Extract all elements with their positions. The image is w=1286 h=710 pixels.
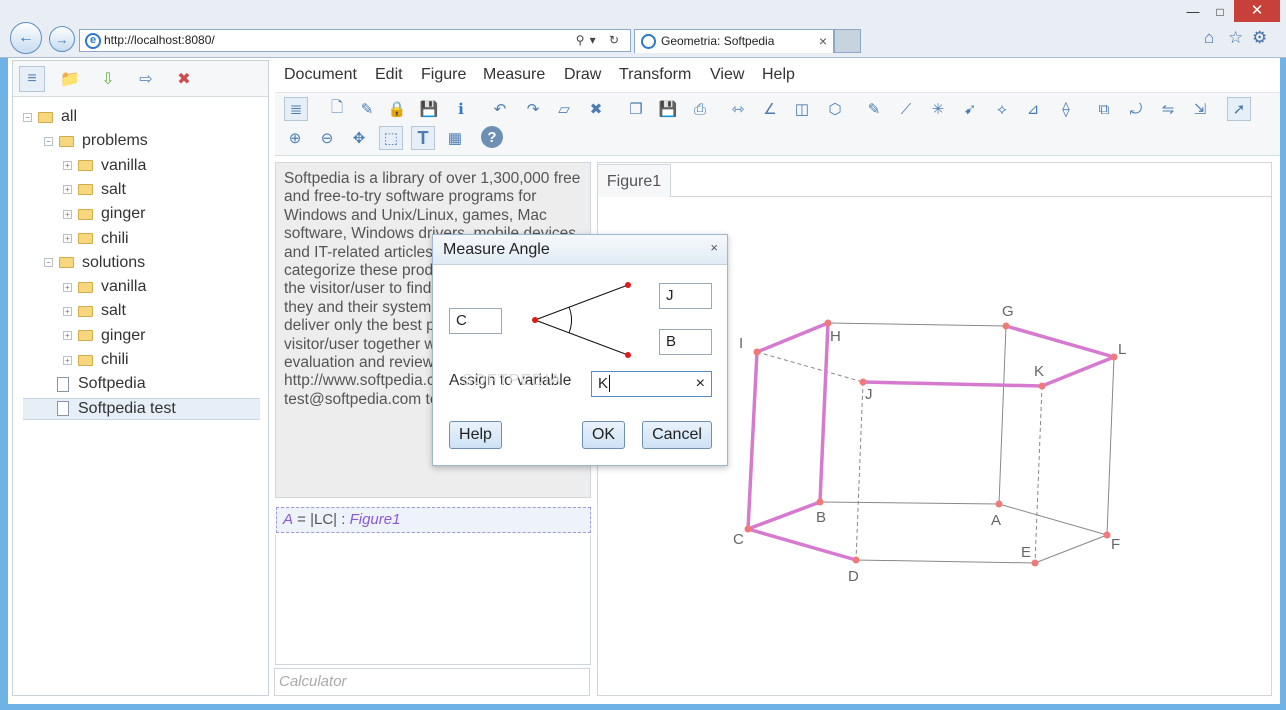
label-e: E	[1021, 544, 1031, 561]
point-f	[1103, 531, 1111, 539]
highlight-path-2	[862, 324, 1116, 388]
watermark: SOFTPEDIA	[462, 372, 562, 389]
figure-points	[744, 319, 1118, 567]
angle-diagram	[532, 282, 631, 358]
edge-hg	[827, 322, 1007, 327]
edge-jd	[855, 381, 864, 561]
label-b: B	[816, 509, 826, 526]
visible-edges	[819, 322, 1115, 564]
edge-ga	[998, 325, 1007, 505]
edge-lf	[1106, 356, 1115, 536]
point-i	[753, 348, 761, 356]
second-ray-point-field[interactable]: B	[659, 329, 712, 355]
label-a: A	[991, 512, 1001, 529]
vertex-point-field[interactable]: C	[449, 308, 502, 334]
edge-ke	[1034, 385, 1043, 564]
variable-input[interactable]: K ×	[591, 371, 712, 397]
variable-input-value: K	[598, 375, 609, 392]
edge-af	[998, 503, 1108, 536]
point-e	[1031, 559, 1039, 567]
label-l: L	[1118, 341, 1126, 358]
edge-ij	[756, 351, 864, 383]
label-d: D	[848, 568, 859, 585]
label-i: I	[739, 335, 743, 352]
label-h: H	[830, 328, 841, 345]
dialog-title: Measure Angle	[433, 235, 727, 265]
point-l	[1110, 353, 1118, 361]
label-k: K	[1034, 363, 1044, 380]
first-ray-point-field[interactable]: J	[659, 283, 712, 309]
ok-button[interactable]: OK	[582, 421, 625, 449]
point-d	[852, 556, 860, 564]
help-button[interactable]: Help	[449, 421, 502, 449]
label-j: J	[865, 386, 873, 403]
dialog-close-icon[interactable]: ×	[710, 240, 718, 255]
point-a	[995, 500, 1003, 508]
point-j	[859, 378, 867, 386]
label-c: C	[733, 531, 744, 548]
label-g: G	[1002, 303, 1014, 320]
point-b	[816, 498, 824, 506]
cancel-button[interactable]: Cancel	[642, 421, 712, 449]
highlight-path-1	[746, 321, 857, 562]
point-k	[1038, 382, 1046, 390]
point-c	[744, 525, 752, 533]
label-f: F	[1111, 536, 1120, 553]
edge-ba	[819, 501, 1000, 505]
point-g	[1002, 322, 1010, 330]
edge-ef	[1034, 534, 1108, 564]
point-h	[824, 319, 832, 327]
measure-angle-dialog: Measure Angle × C J B Assign to variable…	[432, 234, 728, 466]
clear-input-icon[interactable]: ×	[696, 372, 705, 396]
edge-de	[855, 559, 1036, 564]
highlight-edges	[746, 321, 1116, 562]
